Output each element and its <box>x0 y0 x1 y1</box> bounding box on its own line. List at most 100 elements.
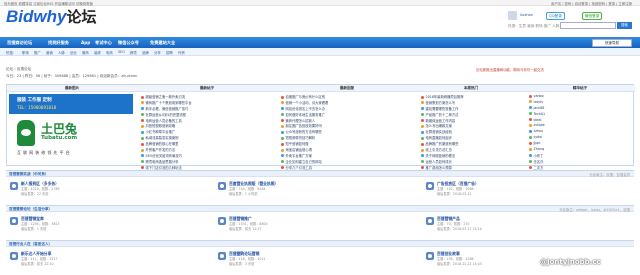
forum-last-post[interactable]: 最后发表：22 天前 <box>21 191 48 196</box>
wechat-login[interactable]: 微信登录 <box>582 12 603 20</box>
forum-last-post[interactable]: 最后发表：2018-12-12 14:43 <box>437 261 482 266</box>
section-title[interactable]: 百搜营销论坛（生活分享） <box>9 207 52 212</box>
list-item-text[interactable]: 营销策划方案怎么写 <box>426 101 456 105</box>
list-item-text[interactable]: tatyty <box>534 100 544 104</box>
list-item-text[interactable]: Tech01 <box>534 112 546 116</box>
nav-item[interactable]: 微信公众号 <box>118 40 139 46</box>
forum-item[interactable]: 百搜营销推广 主题：1531，帖数：8800 最后发表：前天 12:27 <box>218 213 408 235</box>
search-input[interactable] <box>560 22 616 29</box>
subnav-item[interactable]: 微商 <box>82 50 89 55</box>
forum-item[interactable]: 新乐达人开始分享 主题：411，帖数：1517 最后发表：前天 22:10 <box>10 248 200 270</box>
forum-item[interactable]: 广告投放区（百搜广告） 主题：192，帖数：1066 最后发表：2018-03-12 <box>426 178 616 200</box>
forum-item[interactable]: 百搜营销产品 主题：70，帖数：270 最后发表：2018-03-17 15:14 <box>426 213 616 235</box>
breadcrumb[interactable]: 论坛 › 百搜论坛 <box>6 67 31 72</box>
subnav-item[interactable]: 品牌 <box>142 50 149 55</box>
list-item-text[interactable]: 品牌推广的渠道有哪些 <box>426 142 459 146</box>
list-item-text[interactable]: 社群运营从0到1的完整流程 <box>146 113 186 117</box>
list-item-text[interactable]: yanbo <box>534 94 544 98</box>
login-links[interactable]: 用户名 | 密码 | 自动登录 | 找回密码 | 登录 | 立即注册 <box>551 1 632 6</box>
forum-last-post[interactable]: 最后发表：前天 12:27 <box>229 226 262 231</box>
subnav-item[interactable]: 营销 <box>46 50 53 55</box>
list-item-text[interactable]: 小红书种草平台推广 <box>146 130 176 134</box>
list-item-text[interactable]: zshjwe <box>534 123 545 127</box>
list-item-text[interactable]: 关于网络营销的看法 <box>426 154 456 158</box>
forum-item[interactable]: 新人报到区（多多务） 主题：4319，帖数：2765 最后发表：22 天前 <box>10 178 200 200</box>
ad-banner[interactable]: 服装 工作服 定制 TEL：15980891818 <box>9 94 133 114</box>
list-item-text[interactable]: 私域流量裂变实操案例 <box>146 136 179 140</box>
nav-item[interactable]: 百搜商访论坛 <box>7 40 32 46</box>
forum-item[interactable]: 百度营业执照版（营业执照） 主题：743，帖数：6184 最后发表：1 小时前 <box>218 178 408 200</box>
subnav-item[interactable]: SEO <box>118 50 125 54</box>
list-item-text[interactable]: 淘宝店铺运营心得 <box>286 148 312 152</box>
qq-login[interactable]: QQ登录 <box>546 12 565 20</box>
list-item-text[interactable]: zzhou <box>534 129 544 133</box>
list-item-text[interactable]: 外贸客户开发的方法 <box>146 148 176 152</box>
list-item-text[interactable]: 抖音短视频营销攻略 <box>146 124 176 128</box>
section-header[interactable]: 百搜营销论坛（生活分享） 分区版主：zeleph、lcedu、#1303×1，百… <box>6 205 634 212</box>
list-item-text[interactable]: SEO优化关键词布局技巧 <box>146 154 182 158</box>
list-item-text[interactable]: Zhang <box>534 147 545 151</box>
list-item-text[interactable]: ideal <box>534 118 542 122</box>
right-notice[interactable]: 论坛新推出直播间功能，期待与你们一起交流 <box>476 67 544 72</box>
nav-item[interactable]: App <box>81 40 90 45</box>
list-item-text[interactable]: 营销一个小活动，请大家看看 <box>286 101 329 105</box>
subnav-item[interactable]: 电商 <box>106 50 113 55</box>
nav-item[interactable]: 找到好服务 <box>48 40 69 46</box>
subnav-item[interactable]: 创业 <box>70 50 77 55</box>
list-item-text[interactable]: 外卖平台推广方案 <box>286 154 312 158</box>
list-item-text[interactable]: 社群营销实战经验 <box>426 130 452 134</box>
section-title[interactable]: 百搜行业人在（喜爱达人） <box>9 242 52 247</box>
nav-item[interactable]: 免费建站大全 <box>150 40 175 46</box>
list-item-text[interactable]: 2018年最新网赚项目推荐 <box>426 95 464 99</box>
forum-last-post[interactable]: 最后发表：1 天前 <box>21 226 46 231</box>
list-item-text[interactable]: 网站优化排名上不去怎么办 <box>286 107 326 111</box>
list-item-text[interactable]: 产品推广的十二种方法 <box>426 113 459 117</box>
nav-item[interactable]: 考试中心 <box>95 40 112 46</box>
list-item-text[interactable]: 品牌营销的核心在哪里 <box>146 142 179 146</box>
forum-last-post[interactable]: 最后发表：3 天前 <box>229 261 254 266</box>
list-item-text[interactable]: jjppl <box>534 141 541 145</box>
site-logo[interactable]: Bidwhy论坛 <box>6 7 96 28</box>
list-item-text[interactable]: 朋友圈广告投放效果好吗 <box>286 124 322 128</box>
list-item-text[interactable]: sydw <box>534 135 542 139</box>
list-item-text[interactable]: 无名氏 <box>534 160 544 164</box>
forum-item[interactable]: 百搜营销宝库 主题：1294，帖数：3813 最后发表：1 天前 <box>10 213 200 235</box>
brand-ad[interactable]: 土巴兔 Tubatu.com 互 联 网 装 修 领 先 平 台 <box>9 116 133 162</box>
section-header[interactable]: 百搜营销实战（中关系） 分区版主：百搜、百搜会员 <box>6 170 634 177</box>
subnav-item[interactable]: 人脉 <box>58 50 65 55</box>
subnav-item[interactable]: 分享 <box>154 50 161 55</box>
forum-last-post[interactable]: 最后发表：2018-03-17 15:14 <box>437 226 482 231</box>
list-item-text[interactable]: 建站需要哪些准备工作 <box>426 107 459 111</box>
list-item-text[interactable]: 如何做好本地生活服务推广 <box>286 113 326 117</box>
section-header[interactable]: 百搜行业人在（喜爱达人） <box>6 240 634 247</box>
list-item-text[interactable]: 短视频带货技巧解析 <box>286 136 316 140</box>
subnav-item[interactable]: 招聘 <box>166 50 173 55</box>
list-item-text[interactable]: 微商代理怎么招到人 <box>286 119 316 123</box>
user-name[interactable]: liuxhon <box>520 13 533 17</box>
list-item-text[interactable]: 公众号涨粉的方法有哪些 <box>286 130 322 134</box>
list-item-text[interactable]: 电商运营人员必备的工具 <box>146 119 182 123</box>
list-item-text[interactable]: 线上引流方法汇总 <box>426 148 452 152</box>
list-item-text[interactable]: 企业如何建立自己的网站 <box>286 160 322 164</box>
subnav-item[interactable]: 职场 <box>22 50 29 55</box>
list-item-text[interactable]: 知乎营销如何做 <box>286 142 309 146</box>
list-item-text[interactable]: 新媒体运营工作内容 <box>426 119 456 123</box>
list-item-text[interactable]: 怎么写出爆款文案 <box>426 124 452 128</box>
list-item-text[interactable]: jack88 <box>534 106 545 110</box>
forum-item[interactable]: 百搜圈购论坛营销 主题：418，帖数：1011 最后发表：3 天前 <box>218 248 408 270</box>
list-item-text[interactable]: 跨境电商选品思路分享 <box>146 160 179 164</box>
forum-last-post[interactable]: 最后发表：2018-03-12 <box>437 191 471 196</box>
list-item-text[interactable]: 电商直播如何起步 <box>426 136 452 140</box>
quick-nav-button[interactable]: 快速导航 <box>592 38 632 47</box>
list-item-text[interactable]: 微商推广十个策划用到哪些平台 <box>146 101 192 105</box>
user-avatar[interactable] <box>508 11 517 20</box>
list-item-text[interactable]: 百度推广与竞价有什么区别 <box>286 95 326 99</box>
forum-last-post[interactable]: 最后发表：前天 22:10 <box>21 261 54 266</box>
list-item-text[interactable]: 超级营销之第一款外卖引流 <box>146 95 186 99</box>
subnav-item[interactable]: 跨境 <box>130 50 137 55</box>
list-item-text[interactable]: 运营人员如何成长 <box>426 160 452 164</box>
subnav-item[interactable]: 装修 <box>94 50 101 55</box>
top-links[interactable]: 设为首页 收藏本站 订阅论坛RSS 开启辅助访问 切换到宽版 <box>4 1 93 6</box>
subnav-item[interactable]: 外贸 <box>178 50 185 55</box>
section-title[interactable]: 百搜营销实战（中关系） <box>9 172 49 177</box>
